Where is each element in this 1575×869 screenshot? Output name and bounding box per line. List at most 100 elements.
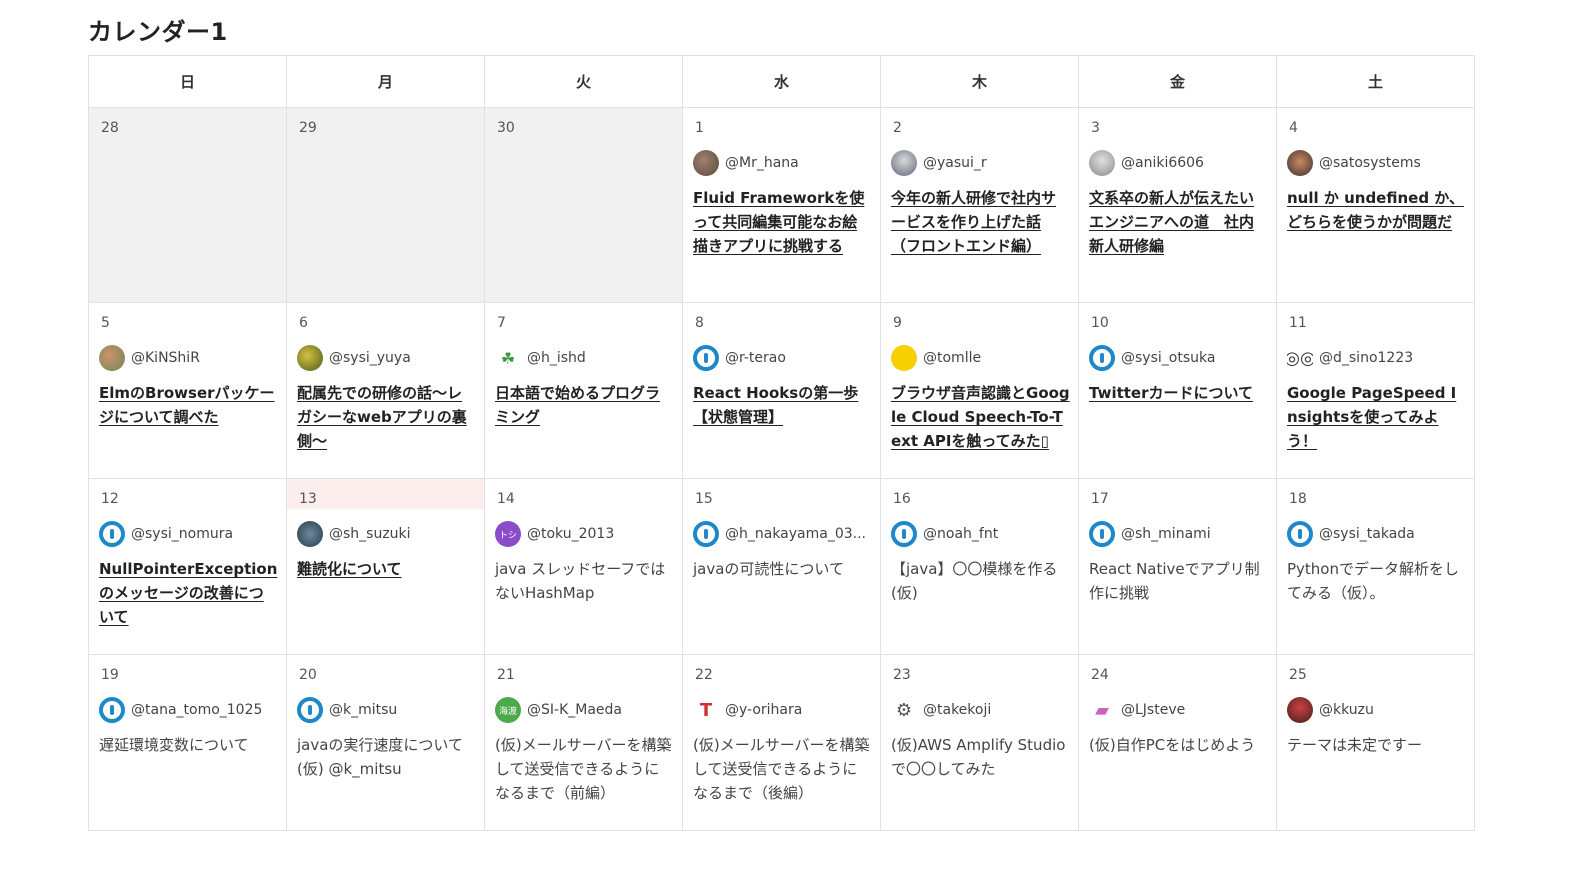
author-username[interactable]: @h_ishd: [527, 350, 586, 366]
author-username[interactable]: @toku_2013: [527, 526, 614, 542]
author-username[interactable]: @y-orihara: [725, 702, 802, 718]
author-username[interactable]: @tomlle: [923, 350, 981, 366]
author-username[interactable]: @SI-K_Maeda: [527, 702, 622, 718]
day-number: 5: [101, 315, 110, 331]
entry-author[interactable]: ▰ @LJsteve: [1089, 695, 1268, 725]
calendar-day-cell: 11 ◎◎ @d_sino1223 Google PageSpeed Insights…: [1276, 302, 1475, 479]
entry-author[interactable]: ◎◎ @d_sino1223: [1287, 343, 1466, 373]
article-link[interactable]: ブラウザ音声認識とGoogle Cloud Speech-To-Text API…: [891, 381, 1070, 453]
entry-author[interactable]: @sysi_otsuka: [1089, 343, 1268, 373]
avatar[interactable]: [1287, 150, 1313, 176]
calendar-entry: @Mr_hana Fluid Frameworkを使って共同編集可能なお絵描きアプ…: [683, 148, 880, 258]
avatar[interactable]: T: [693, 697, 719, 723]
entry-author[interactable]: トシ @toku_2013: [495, 519, 674, 549]
entry-author[interactable]: @k_mitsu: [297, 695, 476, 725]
author-username[interactable]: @kkuzu: [1319, 702, 1374, 718]
author-username[interactable]: @satosystems: [1319, 155, 1421, 171]
avatar[interactable]: ☘: [495, 345, 521, 371]
entry-author[interactable]: @yasui_r: [891, 148, 1070, 178]
author-username[interactable]: @sysi_yuya: [329, 350, 411, 366]
author-username[interactable]: @sh_suzuki: [329, 526, 411, 542]
article-link[interactable]: Twitterカードについて: [1089, 381, 1268, 405]
avatar[interactable]: [693, 521, 719, 547]
calendar-entry: @sysi_yuya 配属先での研修の話～レガシーなwebアプリの裏側～: [287, 343, 484, 453]
entry-author[interactable]: @tana_tomo_1025: [99, 695, 278, 725]
author-username[interactable]: @r-terao: [725, 350, 786, 366]
avatar[interactable]: [1287, 697, 1313, 723]
entry-author[interactable]: 海渡 @SI-K_Maeda: [495, 695, 674, 725]
entry-author[interactable]: @aniki6606: [1089, 148, 1268, 178]
author-username[interactable]: @d_sino1223: [1319, 350, 1413, 366]
entry-author[interactable]: @tomlle: [891, 343, 1070, 373]
avatar[interactable]: [1089, 345, 1115, 371]
calendar-day-cell: 30: [484, 107, 683, 303]
article-link[interactable]: React Hooksの第一歩【状態管理】: [693, 381, 872, 429]
avatar[interactable]: [693, 150, 719, 176]
article-link[interactable]: 文系卒の新人が伝えたいエンジニアへの道 社内新人研修編: [1089, 186, 1268, 258]
entry-author[interactable]: @sh_minami: [1089, 519, 1268, 549]
author-username[interactable]: @sysi_takada: [1319, 526, 1415, 542]
avatar[interactable]: [297, 345, 323, 371]
author-username[interactable]: @tana_tomo_1025: [131, 702, 262, 718]
author-username[interactable]: @sysi_nomura: [131, 526, 233, 542]
author-username[interactable]: @noah_fnt: [923, 526, 998, 542]
entry-author[interactable]: @sh_suzuki: [297, 519, 476, 549]
avatar[interactable]: ▰: [1089, 697, 1115, 723]
article-link[interactable]: ElmのBrowserパッケージについて調べた: [99, 381, 278, 429]
avatar[interactable]: ◎◎: [1287, 345, 1313, 371]
day-number: 3: [1091, 120, 1100, 136]
article-link[interactable]: 日本語で始めるプログラミング: [495, 381, 674, 429]
day-number: 16: [893, 491, 911, 507]
calendar-day-cell: 3 @aniki6606 文系卒の新人が伝えたいエンジニアへの道 社内新人研修編: [1078, 107, 1277, 303]
entry-author[interactable]: ☘ @h_ishd: [495, 343, 674, 373]
article-link[interactable]: null か undefined か、どちらを使うかが問題だ: [1287, 186, 1466, 234]
author-username[interactable]: @sh_minami: [1121, 526, 1211, 542]
article-link[interactable]: 今年の新人研修で社内サービスを作り上げた話（フロントエンド編）: [891, 186, 1070, 258]
entry-author[interactable]: @sysi_takada: [1287, 519, 1466, 549]
entry-author[interactable]: @sysi_yuya: [297, 343, 476, 373]
author-username[interactable]: @k_mitsu: [329, 702, 397, 718]
entry-author[interactable]: T @y-orihara: [693, 695, 872, 725]
author-username[interactable]: @LJsteve: [1121, 702, 1185, 718]
entry-author[interactable]: @kkuzu: [1287, 695, 1466, 725]
entry-author[interactable]: @KiNShiR: [99, 343, 278, 373]
article-link[interactable]: NullPointerExceptionのメッセージの改善について: [99, 557, 278, 629]
weekday-header-row: 日 月 火 水 木 金 土: [88, 55, 1475, 108]
avatar[interactable]: [99, 697, 125, 723]
avatar[interactable]: [891, 521, 917, 547]
entry-author[interactable]: @h_nakayama_03...: [693, 519, 872, 549]
entry-author[interactable]: @satosystems: [1287, 148, 1466, 178]
calendar-entry: 海渡 @SI-K_Maeda (仮)メールサーバーを構築して送受信できるようになるま…: [485, 695, 682, 805]
entry-author[interactable]: @r-terao: [693, 343, 872, 373]
entry-author[interactable]: ⚙ @takekoji: [891, 695, 1070, 725]
author-username[interactable]: @aniki6606: [1121, 155, 1204, 171]
avatar[interactable]: [891, 150, 917, 176]
article-link[interactable]: Fluid Frameworkを使って共同編集可能なお絵描きアプリに挑戦する: [693, 186, 872, 258]
avatar[interactable]: ⚙: [891, 697, 917, 723]
avatar[interactable]: トシ: [495, 521, 521, 547]
avatar[interactable]: 海渡: [495, 697, 521, 723]
avatar[interactable]: [99, 345, 125, 371]
avatar[interactable]: [297, 697, 323, 723]
calendar-day-cell: 22 T @y-orihara (仮)メールサーバーを構築して送受信できるようになるま…: [682, 654, 881, 831]
article-title: (仮)自作PCをはじめよう: [1089, 736, 1256, 754]
avatar[interactable]: [693, 345, 719, 371]
author-username[interactable]: @h_nakayama_03...: [725, 526, 866, 542]
avatar[interactable]: [1089, 150, 1115, 176]
author-username[interactable]: @yasui_r: [923, 155, 987, 171]
entry-author[interactable]: @noah_fnt: [891, 519, 1070, 549]
entry-author[interactable]: @Mr_hana: [693, 148, 872, 178]
avatar[interactable]: [1287, 521, 1313, 547]
article-link[interactable]: 難読化について: [297, 557, 476, 581]
author-username[interactable]: @KiNShiR: [131, 350, 200, 366]
avatar[interactable]: [1089, 521, 1115, 547]
avatar[interactable]: [99, 521, 125, 547]
author-username[interactable]: @sysi_otsuka: [1121, 350, 1215, 366]
author-username[interactable]: @takekoji: [923, 702, 991, 718]
avatar[interactable]: [297, 521, 323, 547]
entry-author[interactable]: @sysi_nomura: [99, 519, 278, 549]
avatar[interactable]: [891, 345, 917, 371]
article-link[interactable]: 配属先での研修の話～レガシーなwebアプリの裏側～: [297, 381, 476, 453]
author-username[interactable]: @Mr_hana: [725, 155, 799, 171]
article-link[interactable]: Google PageSpeed Insightsを使ってみよう！: [1287, 381, 1466, 453]
